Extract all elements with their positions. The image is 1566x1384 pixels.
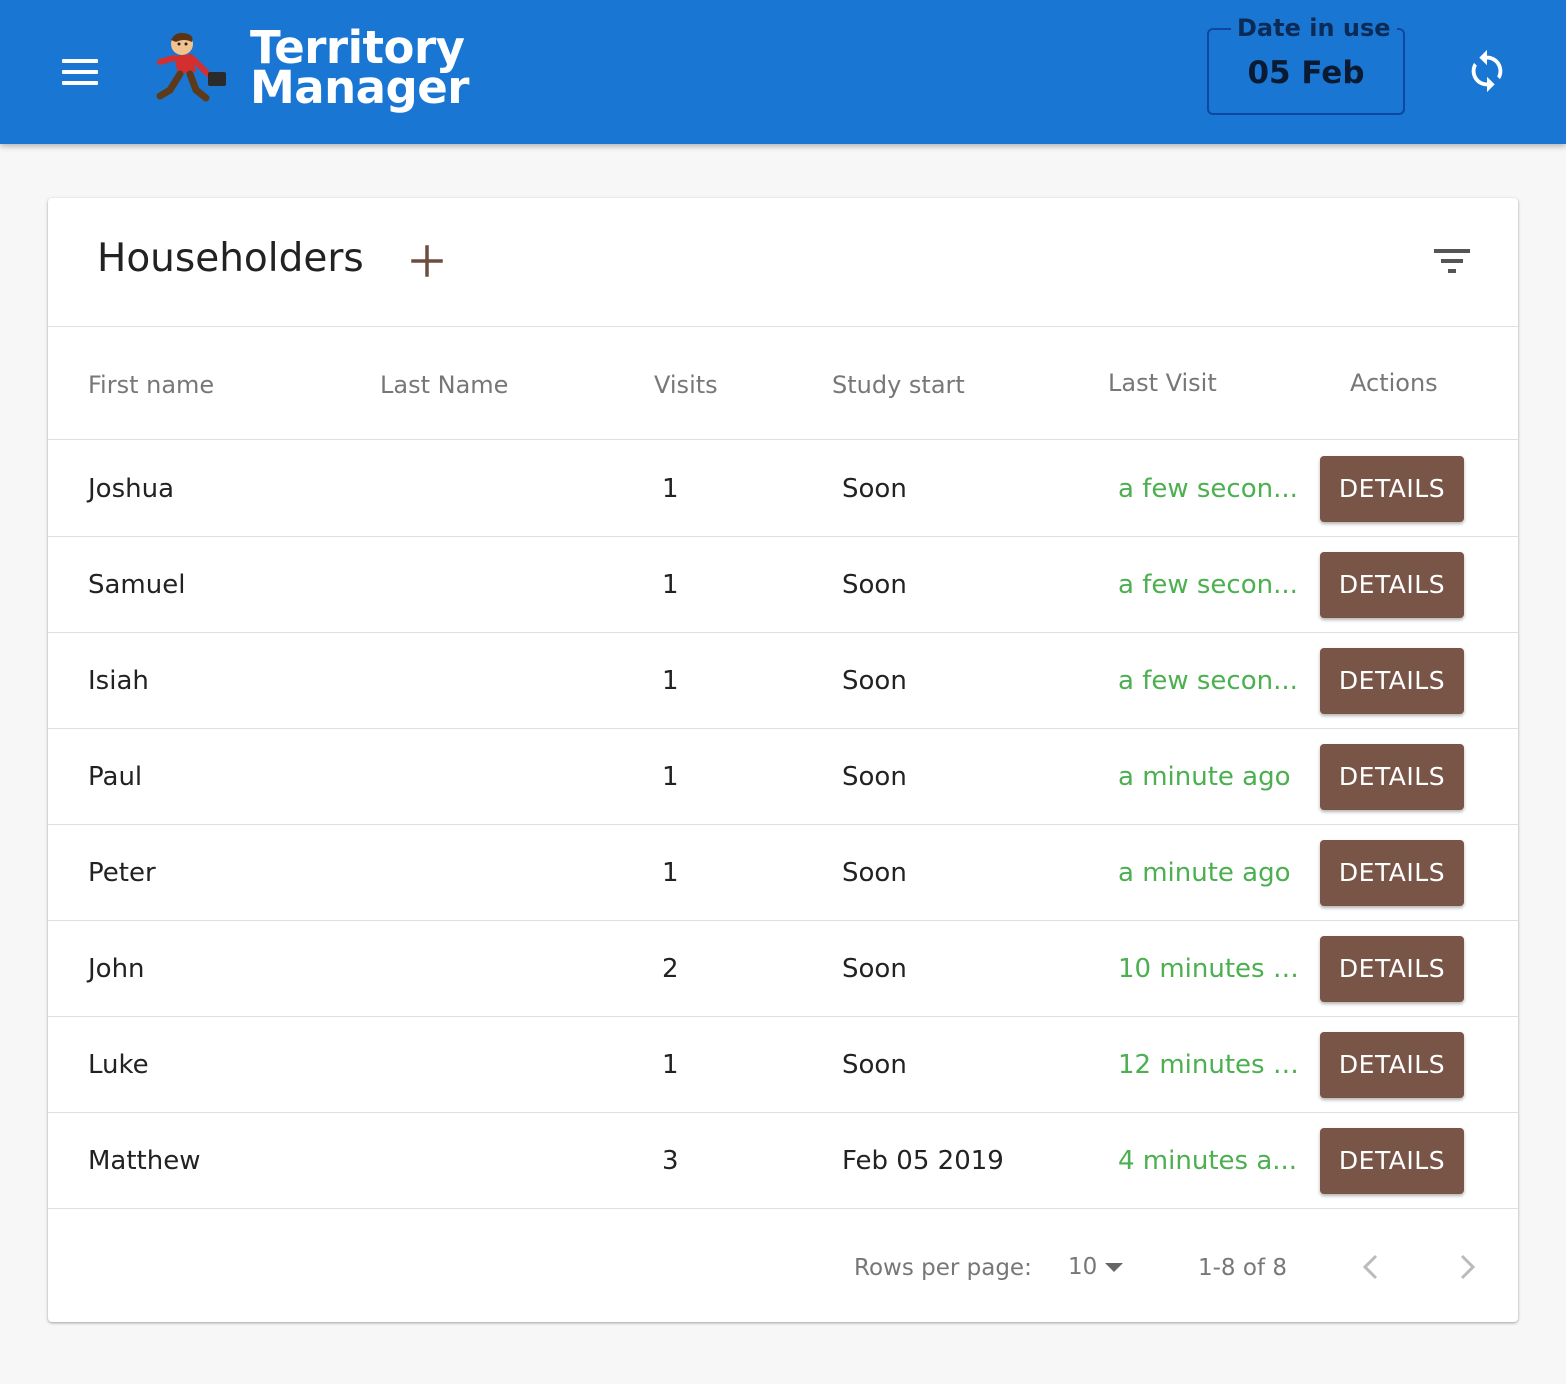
rows-per-page-value: 10 xyxy=(1068,1254,1098,1280)
cell-study-start: Soon xyxy=(842,666,907,696)
cell-last-visit: 4 minutes a... xyxy=(1118,1146,1298,1176)
cell-visits: 1 xyxy=(662,474,679,504)
cell-first-name: Samuel xyxy=(88,570,186,600)
cell-last-visit: a minute ago xyxy=(1118,762,1291,792)
cell-study-start: Feb 05 2019 xyxy=(842,1146,1004,1176)
cell-first-name: Peter xyxy=(88,858,156,888)
table-row: Peter 1 Soon a minute ago DETAILS xyxy=(48,825,1518,921)
cell-last-visit: a minute ago xyxy=(1118,858,1291,888)
cell-first-name: Matthew xyxy=(88,1146,201,1176)
cell-last-visit: a few secon... xyxy=(1118,666,1298,696)
householders-card: Householders First name Last Name Visits… xyxy=(48,198,1518,1322)
app-bar: Territory Manager Date in use 05 Feb xyxy=(0,0,1566,144)
sync-icon[interactable] xyxy=(1464,48,1510,94)
table-row: Isiah 1 Soon a few secon... DETAILS xyxy=(48,633,1518,729)
column-header-last-name[interactable]: Last Name xyxy=(380,370,508,400)
dropdown-caret-icon xyxy=(1105,1263,1124,1272)
cell-visits: 1 xyxy=(662,858,679,888)
details-button[interactable]: DETAILS xyxy=(1320,744,1464,810)
column-header-visits[interactable]: Visits xyxy=(654,370,718,400)
cell-first-name: Joshua xyxy=(88,474,175,504)
table-row: John 2 Soon 10 minutes a... DETAILS xyxy=(48,921,1518,1017)
cell-visits: 3 xyxy=(662,1146,679,1176)
cell-study-start: Soon xyxy=(842,1050,907,1080)
date-in-use-field[interactable]: Date in use 05 Feb xyxy=(1207,14,1405,115)
pagination-range: 1-8 of 8 xyxy=(1198,1255,1287,1281)
cell-visits: 1 xyxy=(662,1050,679,1080)
column-header-last-visit[interactable]: Last Visit xyxy=(1108,368,1217,398)
cell-study-start: Soon xyxy=(842,954,907,984)
cell-study-start: Soon xyxy=(842,570,907,600)
filter-icon[interactable] xyxy=(1434,246,1474,276)
details-button[interactable]: DETAILS xyxy=(1320,648,1464,714)
card-title: Householders xyxy=(97,236,364,281)
previous-page-icon[interactable] xyxy=(1356,1250,1386,1284)
rows-per-page-label: Rows per page: xyxy=(854,1255,1032,1281)
cell-study-start: Soon xyxy=(842,858,907,888)
date-in-use-value: 05 Feb xyxy=(1247,55,1365,91)
table-row: Samuel 1 Soon a few secon... DETAILS xyxy=(48,537,1518,633)
app-title: Territory Manager xyxy=(250,25,469,114)
column-header-actions: Actions xyxy=(1350,369,1438,397)
details-button[interactable]: DETAILS xyxy=(1320,840,1464,906)
table-header: First name Last Name Visits Study start … xyxy=(48,326,1518,440)
cell-study-start: Soon xyxy=(842,762,907,792)
details-button[interactable]: DETAILS xyxy=(1320,456,1464,522)
rows-per-page-select[interactable]: 10 xyxy=(1068,1252,1124,1282)
hamburger-menu-icon[interactable] xyxy=(56,52,104,92)
cell-visits: 2 xyxy=(662,954,679,984)
cell-last-visit: 10 minutes a... xyxy=(1118,954,1302,984)
cell-visits: 1 xyxy=(662,570,679,600)
details-button[interactable]: DETAILS xyxy=(1320,1032,1464,1098)
next-page-icon[interactable] xyxy=(1452,1250,1482,1284)
column-header-first-name[interactable]: First name xyxy=(88,370,214,400)
running-man-logo-icon xyxy=(156,32,226,102)
cell-last-visit: 12 minutes a... xyxy=(1118,1050,1302,1080)
cell-first-name: Luke xyxy=(88,1050,149,1080)
table-row: Matthew 3 Feb 05 2019 4 minutes a... DET… xyxy=(48,1113,1518,1209)
cell-last-visit: a few secon... xyxy=(1118,474,1298,504)
details-button[interactable]: DETAILS xyxy=(1320,936,1464,1002)
table-row: Luke 1 Soon 12 minutes a... DETAILS xyxy=(48,1017,1518,1113)
details-button[interactable]: DETAILS xyxy=(1320,552,1464,618)
cell-last-visit: a few secon... xyxy=(1118,570,1298,600)
app-title-line2: Manager xyxy=(250,61,469,114)
add-householder-icon[interactable] xyxy=(410,244,444,278)
date-in-use-label: Date in use xyxy=(1231,14,1397,42)
cell-visits: 1 xyxy=(662,666,679,696)
column-header-study-start[interactable]: Study start xyxy=(832,370,965,400)
cell-visits: 1 xyxy=(662,762,679,792)
cell-first-name: Paul xyxy=(88,762,143,792)
cell-study-start: Soon xyxy=(842,474,907,504)
details-button[interactable]: DETAILS xyxy=(1320,1128,1464,1194)
cell-first-name: John xyxy=(88,954,145,984)
cell-first-name: Isiah xyxy=(88,666,149,696)
table-row: Paul 1 Soon a minute ago DETAILS xyxy=(48,729,1518,825)
table-row: Joshua 1 Soon a few secon... DETAILS xyxy=(48,441,1518,537)
